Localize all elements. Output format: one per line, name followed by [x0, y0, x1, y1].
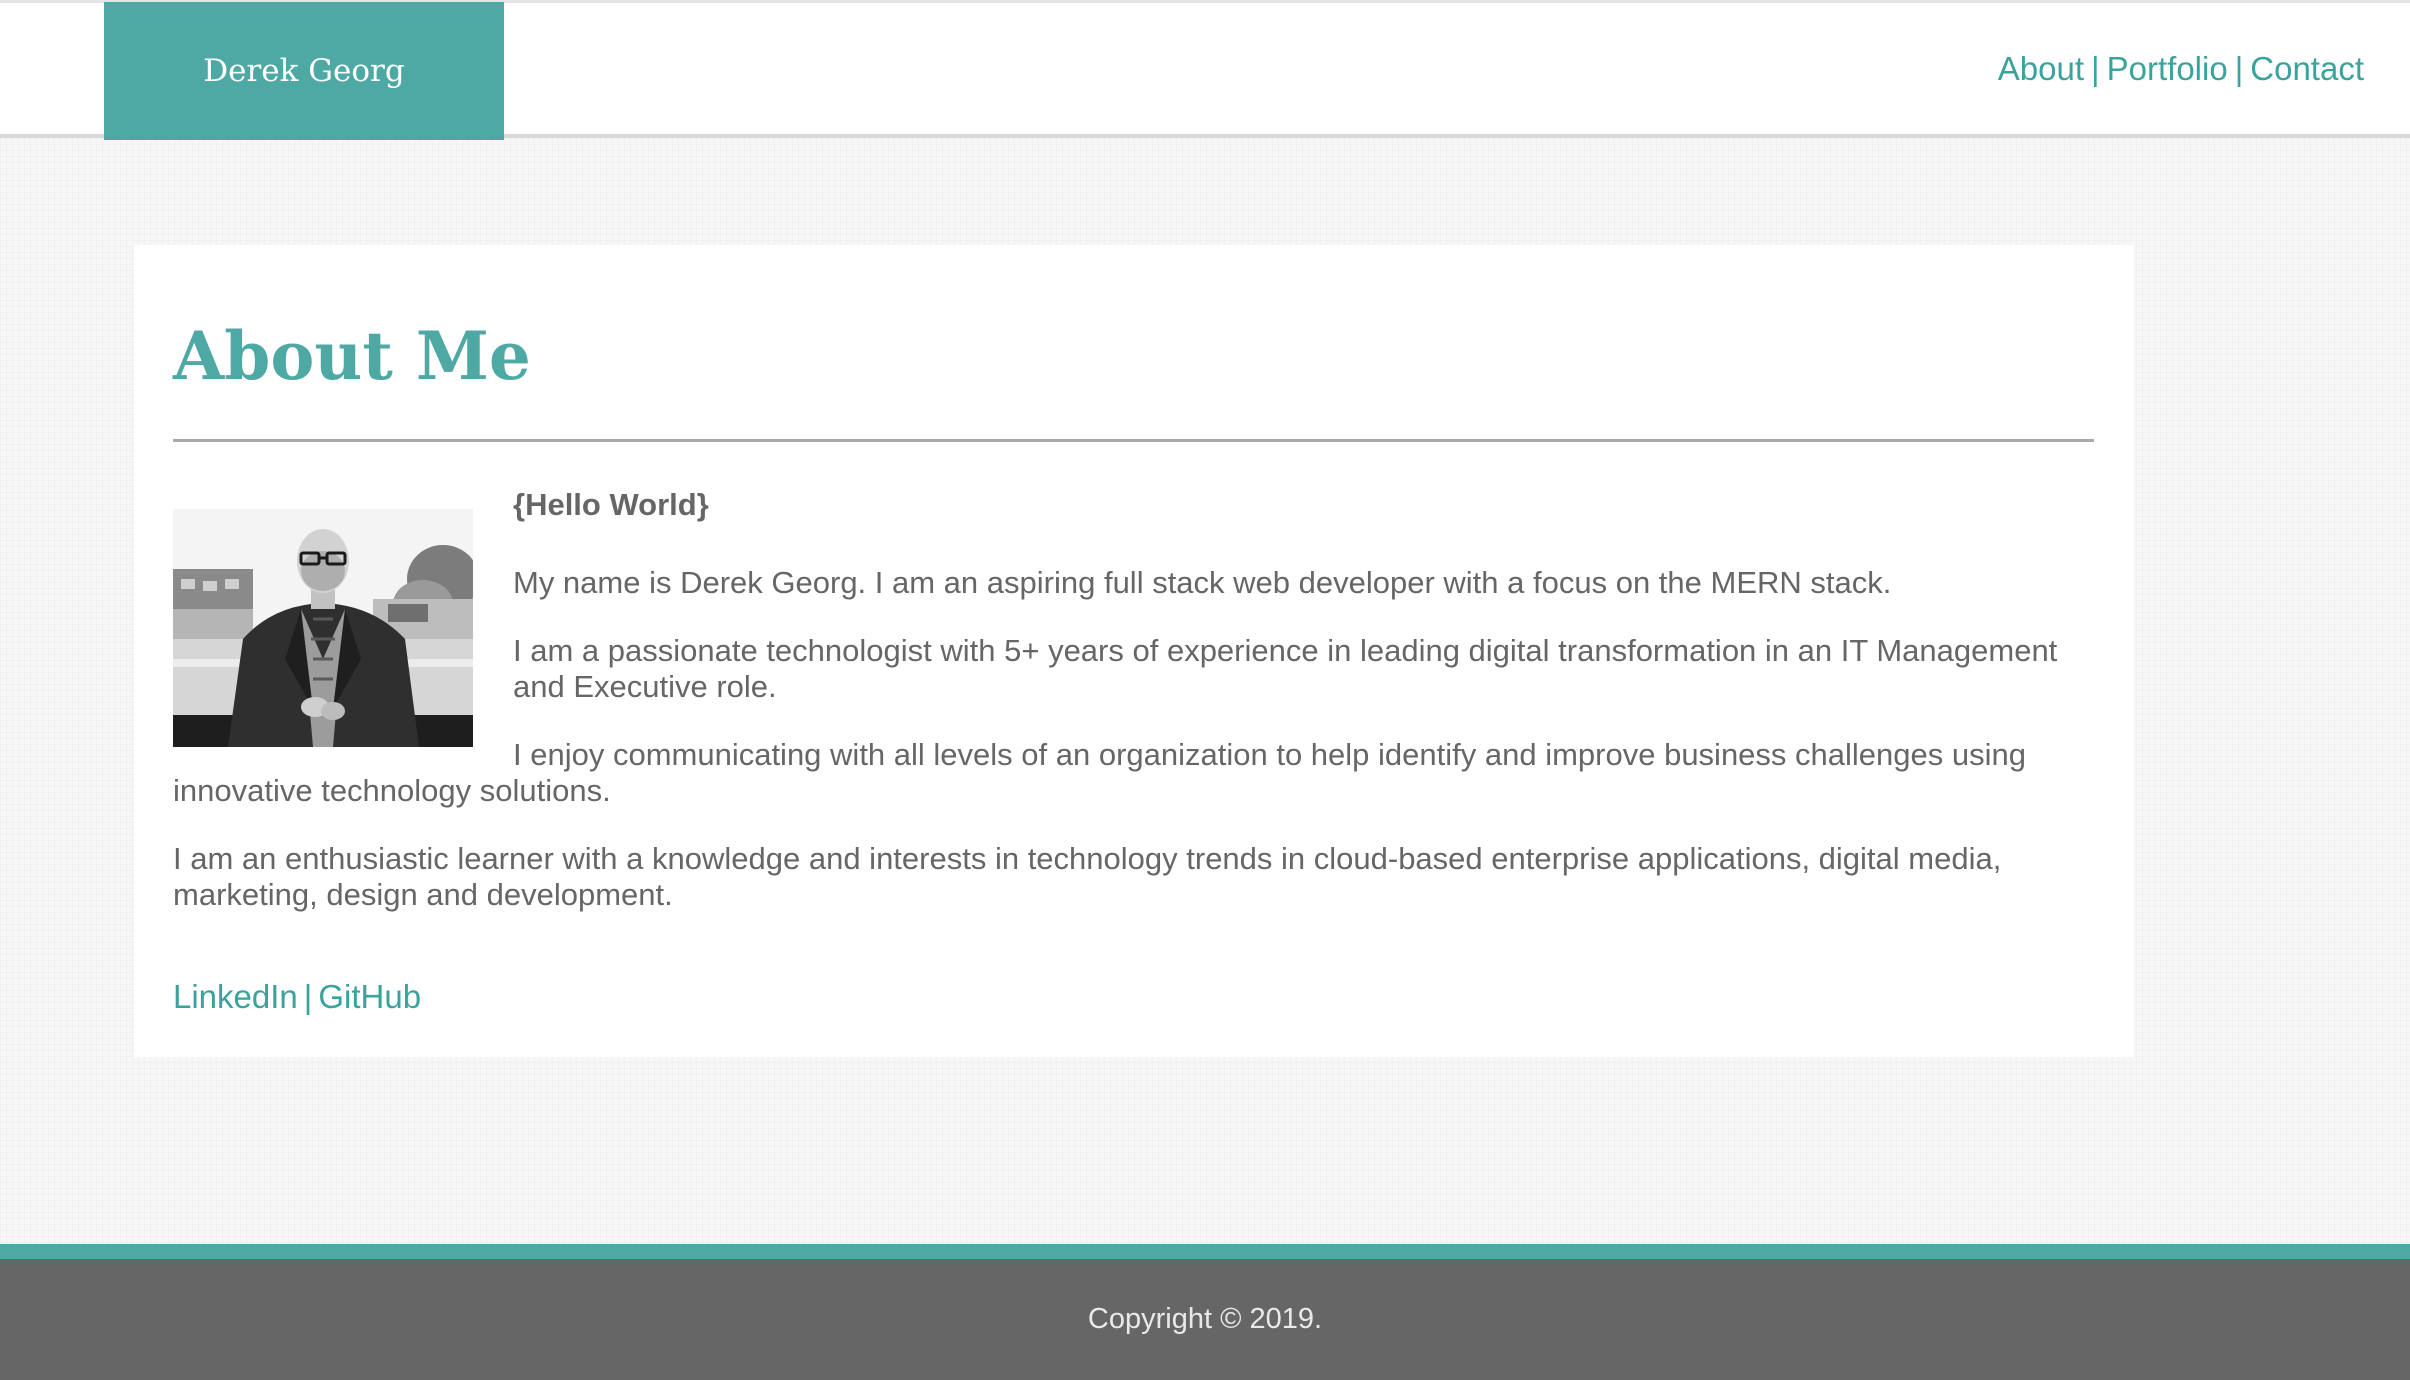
- copyright-text: Copyright © 2019.: [1087, 1303, 1323, 1335]
- site-footer: Copyright © 2019.: [0, 1259, 2410, 1380]
- about-body: {Hello World} My name is Derek Georg. I …: [173, 485, 2094, 945]
- nav-separator: |: [2091, 50, 2100, 87]
- nav-link-contact[interactable]: Contact: [2250, 50, 2364, 87]
- page-title: About Me: [173, 317, 531, 395]
- nav-link-portfolio[interactable]: Portfolio: [2107, 50, 2228, 87]
- brand-logo-link[interactable]: Derek Georg: [104, 2, 504, 140]
- github-link[interactable]: GitHub: [318, 978, 421, 1015]
- site-header: Derek Georg About | Portfolio | Contact: [0, 0, 2410, 140]
- about-card: About Me {Hello World} My name is Derek …: [134, 245, 2134, 1057]
- social-separator: |: [303, 978, 313, 1015]
- nav-link-about[interactable]: About: [1998, 50, 2084, 87]
- communication-paragraph: I enjoy communicating with all levels of…: [173, 737, 2026, 808]
- title-divider: [173, 439, 2094, 442]
- nav-separator: |: [2234, 50, 2244, 87]
- interests-paragraph: I am an enthusiastic learner with a know…: [173, 841, 2002, 912]
- linkedin-link[interactable]: LinkedIn: [173, 978, 298, 1015]
- profile-photo: [173, 509, 473, 747]
- main-nav: About | Portfolio | Contact: [1998, 50, 2364, 88]
- social-links: LinkedIn | GitHub: [173, 978, 421, 1016]
- footer-accent-band: [0, 1244, 2410, 1259]
